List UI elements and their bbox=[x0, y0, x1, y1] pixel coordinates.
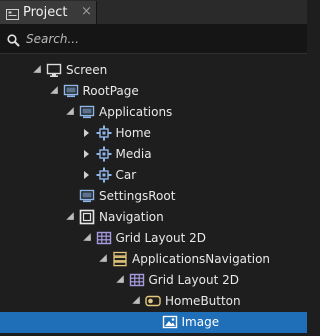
tab-project[interactable]: Project × bbox=[0, 1, 97, 24]
collapse-arrow-icon[interactable] bbox=[83, 150, 89, 158]
tree-item-applicationsnavigation[interactable]: ApplicationsNavigation bbox=[0, 249, 307, 270]
tree-item-label: SettingsRoot bbox=[99, 189, 176, 203]
tree-item-label: Car bbox=[115, 168, 137, 182]
expand-arrow-icon[interactable] bbox=[33, 65, 41, 73]
tree-item-label: Home bbox=[115, 126, 151, 140]
grid-layout-icon bbox=[96, 230, 112, 246]
project-panel: Project × Screen RootPage Applications Home… bbox=[0, 0, 307, 336]
page-icon bbox=[79, 188, 95, 204]
tree-item-label: Grid Layout 2D bbox=[115, 231, 206, 245]
component-icon bbox=[96, 146, 112, 162]
tree-item-applications[interactable]: Applications bbox=[0, 102, 307, 123]
tree-item-media[interactable]: Media bbox=[0, 144, 307, 165]
tree-item-grid-layout-2d[interactable]: Grid Layout 2D bbox=[0, 228, 307, 249]
image-icon bbox=[162, 314, 178, 330]
tab-bar: Project × bbox=[0, 0, 307, 25]
screen-icon bbox=[46, 62, 62, 78]
expand-arrow-icon[interactable] bbox=[99, 254, 107, 262]
tree-item-label: Grid Layout 2D bbox=[148, 273, 239, 287]
expand-arrow-icon[interactable] bbox=[132, 296, 140, 304]
tree-item-grid-layout-2d[interactable]: Grid Layout 2D bbox=[0, 270, 307, 291]
search-input[interactable] bbox=[26, 30, 296, 48]
tree-item-label: ApplicationsNavigation bbox=[132, 252, 271, 266]
project-icon bbox=[6, 6, 19, 25]
collapse-arrow-icon[interactable] bbox=[83, 171, 89, 179]
tree-item-screen[interactable]: Screen bbox=[0, 60, 307, 81]
tree-item-label: Image bbox=[181, 315, 220, 329]
tree-item-homebutton[interactable]: HomeButton bbox=[0, 291, 307, 312]
expand-arrow-icon[interactable] bbox=[66, 107, 74, 115]
tree-item-settingsroot[interactable]: SettingsRoot bbox=[0, 186, 307, 207]
expand-arrow-icon[interactable] bbox=[66, 212, 74, 220]
tree-item-label: RootPage bbox=[82, 84, 139, 98]
tree-item-navigation[interactable]: Navigation bbox=[0, 207, 307, 228]
tab-title: Project bbox=[23, 5, 68, 20]
search-bar bbox=[0, 25, 307, 54]
expand-arrow-icon[interactable] bbox=[115, 275, 124, 283]
expand-arrow-icon[interactable] bbox=[49, 86, 58, 94]
empty-node-icon bbox=[79, 209, 95, 225]
tree-item-image[interactable]: Image bbox=[0, 312, 307, 333]
collapse-arrow-icon[interactable] bbox=[83, 129, 89, 137]
tree-item-label: HomeButton bbox=[165, 294, 241, 308]
expand-arrow-icon[interactable] bbox=[82, 233, 91, 241]
close-icon[interactable]: × bbox=[81, 4, 92, 20]
component-icon bbox=[96, 125, 112, 141]
tree-item-label: Applications bbox=[99, 105, 173, 119]
component-icon bbox=[96, 167, 112, 183]
tree-item-label: Navigation bbox=[99, 210, 164, 224]
list-icon bbox=[112, 251, 128, 267]
tree-item-label: Screen bbox=[66, 63, 108, 77]
tree-item-car[interactable]: Car bbox=[0, 165, 307, 186]
page-icon bbox=[63, 83, 79, 99]
tree-item-rootpage[interactable]: RootPage bbox=[0, 81, 307, 102]
grid-layout-icon bbox=[129, 272, 145, 288]
tree-item-label: Media bbox=[115, 147, 152, 161]
button-icon bbox=[145, 293, 161, 309]
page-icon bbox=[79, 104, 95, 120]
search-icon bbox=[7, 32, 20, 51]
tree-item-home[interactable]: Home bbox=[0, 123, 307, 144]
